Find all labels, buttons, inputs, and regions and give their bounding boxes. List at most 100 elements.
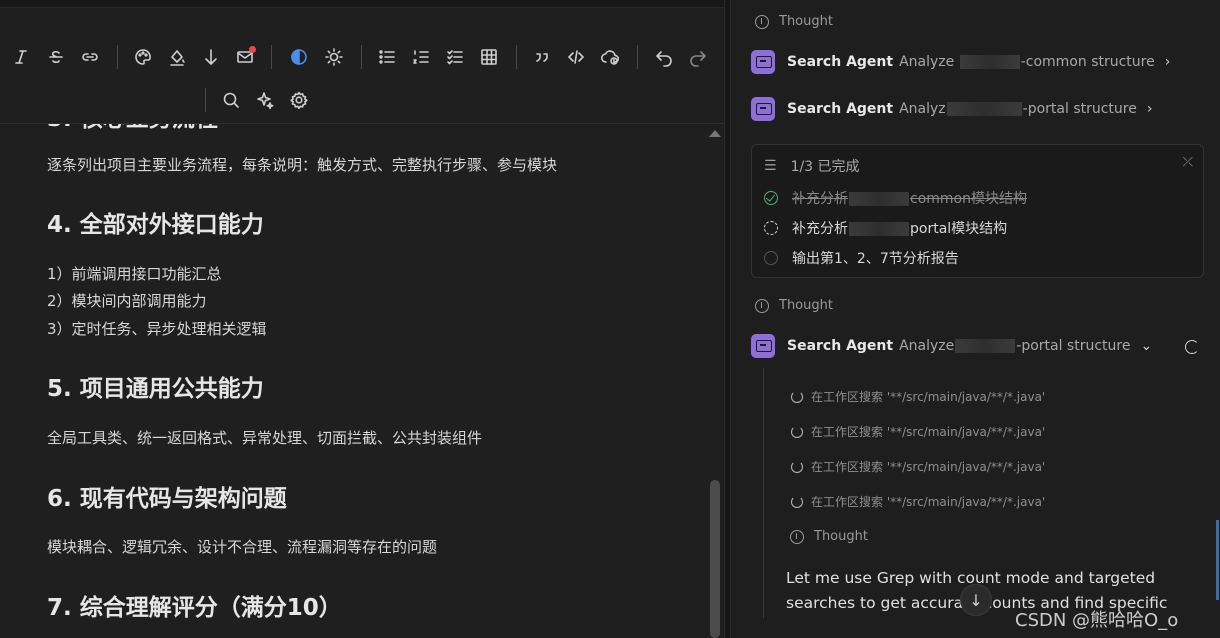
todo-item-label: 补充分析 portal模块结构 xyxy=(792,218,1007,238)
redacted-text xyxy=(946,102,1022,116)
editor-scrollbar-thumb[interactable] xyxy=(710,480,720,638)
todo-item-suffix: common模块结构 xyxy=(910,191,1027,207)
thought-icon xyxy=(790,529,804,544)
search-step[interactable]: 在工作区搜索 '**/src/main/java/**/*.java' xyxy=(791,423,1045,440)
scroll-up-arrow-icon[interactable] xyxy=(709,130,721,137)
undo-icon[interactable] xyxy=(651,44,677,70)
chevron-right-icon[interactable]: › xyxy=(1165,54,1171,70)
check-circle-icon xyxy=(764,191,778,205)
contrast-icon[interactable] xyxy=(286,44,312,70)
search-refresh-icon xyxy=(791,495,803,508)
scroll-to-bottom-icon[interactable]: ↓ xyxy=(960,584,992,616)
bullet-list-icon[interactable] xyxy=(374,44,400,70)
code-icon[interactable] xyxy=(563,44,589,70)
toolbar-separator xyxy=(361,45,362,69)
agent-name: Search Agent xyxy=(787,338,894,354)
chevron-down-icon[interactable]: ⌄ xyxy=(1140,338,1152,354)
todo-item: 补充分析 portal模块结构 xyxy=(764,218,1007,238)
agent-desc-prefix: Analyze xyxy=(899,338,955,354)
thought-label: Thought xyxy=(779,298,833,313)
redacted-text xyxy=(959,55,1020,69)
cloud-upload-icon[interactable] xyxy=(597,44,623,70)
todo-item: 输出第1、2、7节分析报告 xyxy=(764,248,959,268)
arrow-down-icon[interactable] xyxy=(198,44,224,70)
quote-icon[interactable] xyxy=(529,44,555,70)
agent-description: Analyze -common structure xyxy=(899,54,1155,70)
agent-icon xyxy=(751,97,775,121)
search-step[interactable]: 在工作区搜索 '**/src/main/java/**/*.java' xyxy=(791,458,1045,475)
settings-gear-icon[interactable] xyxy=(286,87,312,113)
search-icon[interactable] xyxy=(218,87,244,113)
table-icon[interactable] xyxy=(476,44,502,70)
italic-icon[interactable] xyxy=(8,44,34,70)
checklist-icon[interactable] xyxy=(442,44,468,70)
document-body[interactable]: 3. 核心业务流程 逐条列出项目主要业务流程，每条说明：触发方式、完整执行步骤、… xyxy=(0,124,705,638)
agent-description: Analyze -portal structure xyxy=(899,338,1130,354)
todo-progress: 1/3 已完成 xyxy=(790,159,860,175)
thought-row[interactable]: Thought xyxy=(790,529,868,544)
loading-spinner-icon xyxy=(1185,340,1199,354)
mail-icon[interactable] xyxy=(232,44,258,70)
search-agent-row[interactable]: Search Agent Analyze -common structure › xyxy=(751,49,1201,75)
heading-overall-score: 7. 综合理解评分（满分10） xyxy=(47,595,342,621)
agent-desc-prefix: Analyze xyxy=(899,54,959,70)
agent-desc-prefix: Analyz xyxy=(899,101,946,117)
agent-description: Analyz -portal structure xyxy=(899,101,1137,117)
toolbar-separator xyxy=(117,45,118,69)
panel-resize-handle[interactable] xyxy=(724,0,731,638)
fill-color-icon[interactable] xyxy=(164,44,190,70)
strikethrough-icon[interactable] xyxy=(43,44,69,70)
heading-external-api: 4. 全部对外接口能力 xyxy=(47,212,264,238)
agent-chat-panel: Thought Search Agent Analyze -common str… xyxy=(731,0,1220,638)
redacted-text xyxy=(849,192,909,206)
search-agent-row[interactable]: Search Agent Analyz -portal structure › xyxy=(751,96,1201,122)
redo-icon[interactable] xyxy=(685,44,711,70)
link-icon[interactable] xyxy=(77,44,103,70)
todo-list-card: ☰ 1/3 已完成 ⤫ 补充分析 common模块结构 补充分析 portal模块结… xyxy=(751,144,1204,278)
numbered-list-icon[interactable] xyxy=(408,44,434,70)
todo-item: 补充分析 common模块结构 xyxy=(764,188,1027,208)
paragraph-code-issues: 模块耦合、逻辑冗余、设计不合理、流程漏洞等存在的问题 xyxy=(47,538,438,556)
thought-icon xyxy=(755,14,769,29)
search-step-label: 在工作区搜索 '**/src/main/java/**/*.java' xyxy=(811,495,1046,509)
toolbar-separator xyxy=(205,88,206,112)
todo-item-prefix: 补充分析 xyxy=(792,221,848,237)
search-step[interactable]: 在工作区搜索 '**/src/main/java/**/*.java' xyxy=(791,388,1045,405)
search-step-label: 在工作区搜索 '**/src/main/java/**/*.java' xyxy=(811,390,1046,404)
heading-code-issues: 6. 现有代码与架构问题 xyxy=(47,486,287,512)
list-item: 2）模块间内部调用能力 xyxy=(47,292,207,310)
search-refresh-icon xyxy=(791,390,803,403)
paragraph-business-process: 逐条列出项目主要业务流程，每条说明：触发方式、完整执行步骤、参与模块 xyxy=(47,156,558,174)
watermark: CSDN @熊哈哈O_o xyxy=(1015,610,1179,631)
search-refresh-icon xyxy=(791,425,803,438)
thought-icon xyxy=(755,298,769,313)
todo-item-suffix: portal模块结构 xyxy=(910,221,1008,237)
agent-desc-suffix: -portal structure xyxy=(1016,338,1131,354)
chevron-right-icon[interactable]: › xyxy=(1147,101,1153,117)
list-item: 3）定时任务、异步处理相关逻辑 xyxy=(47,320,267,338)
search-refresh-icon xyxy=(791,460,803,473)
redacted-text xyxy=(955,339,1016,353)
tab-strip xyxy=(0,0,724,8)
agent-name: Search Agent xyxy=(787,54,894,70)
sun-icon[interactable] xyxy=(321,44,347,70)
thought-row[interactable]: Thought xyxy=(755,14,833,29)
heading-business-process: 3. 核心业务流程 xyxy=(47,124,218,134)
search-agent-row[interactable]: Search Agent Analyze -portal structure ⌄ xyxy=(751,333,1201,359)
todo-item-prefix: 补充分析 xyxy=(792,191,848,207)
notification-dot xyxy=(249,46,256,53)
palette-icon[interactable] xyxy=(130,44,156,70)
markdown-editor: 3. 核心业务流程 逐条列出项目主要业务流程，每条说明：触发方式、完整执行步骤、… xyxy=(0,0,724,638)
editor-toolbar xyxy=(0,36,724,124)
thought-row[interactable]: Thought xyxy=(755,298,833,313)
search-step[interactable]: 在工作区搜索 '**/src/main/java/**/*.java' xyxy=(791,493,1045,510)
collapse-icon[interactable]: ⤫ xyxy=(1183,155,1193,170)
thread-line xyxy=(763,368,764,618)
search-step-label: 在工作区搜索 '**/src/main/java/**/*.java' xyxy=(811,425,1046,439)
in-progress-icon xyxy=(764,221,778,235)
heading-common-capabilities: 5. 项目通用公共能力 xyxy=(47,376,264,402)
pending-circle-icon xyxy=(764,251,778,265)
sparkle-icon[interactable] xyxy=(252,87,278,113)
toolbar-separator xyxy=(637,45,638,69)
checklist-icon: ☰ xyxy=(764,158,777,174)
